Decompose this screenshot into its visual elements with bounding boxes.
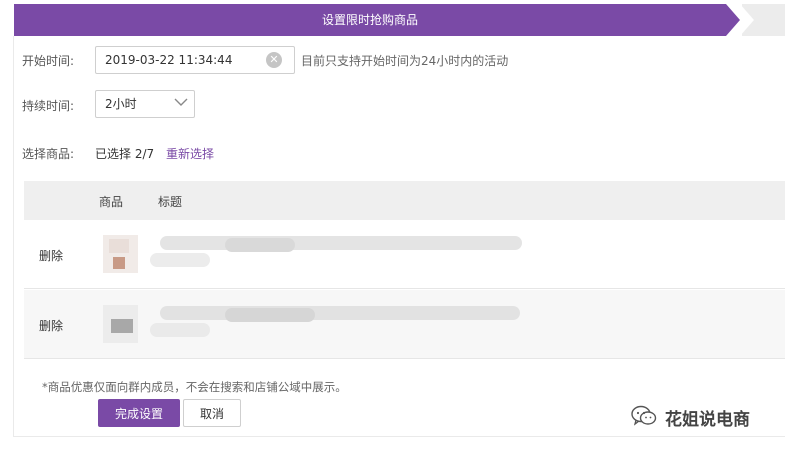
goods-table-header [24,181,785,220]
panel-bottom-border [13,436,785,437]
clear-icon[interactable]: ✕ [266,52,282,68]
table-row [24,290,785,359]
delete-button[interactable]: 删除 [39,247,63,264]
product-thumbnail [103,235,138,273]
product-thumbnail [103,305,138,343]
table-row [24,220,785,289]
step-title: 设置限时抢购商品 [14,4,726,36]
panel-left-border [13,36,14,436]
delete-button[interactable]: 删除 [39,317,63,334]
chevron-down-icon[interactable] [174,97,188,107]
selected-count: 已选择 2/7 [95,147,155,161]
promotion-note: *商品优惠仅面向群内成员，不会在搜索和店铺公域中展示。 [42,380,347,394]
start-time-label: 开始时间: [22,54,75,68]
duration-label: 持续时间: [22,99,75,113]
column-header-title: 标题 [158,195,183,209]
step-header: 设置限时抢购商品 [14,4,785,36]
wechat-icon [631,405,657,426]
column-header-goods: 商品 [99,195,124,209]
start-time-hint: 目前只支持开始时间为24小时内的活动 [301,54,509,68]
cancel-button[interactable]: 取消 [183,399,241,427]
step-arrow [726,4,740,36]
start-time-input[interactable]: 2019-03-22 11:34:44 [95,46,295,74]
select-goods-label: 选择商品: [22,147,75,161]
complete-setup-button[interactable]: 完成设置 [98,399,180,427]
reselect-link[interactable]: 重新选择 [166,145,214,162]
next-step-indicator [740,4,785,36]
watermark-text: 花姐说电商 [665,410,750,430]
